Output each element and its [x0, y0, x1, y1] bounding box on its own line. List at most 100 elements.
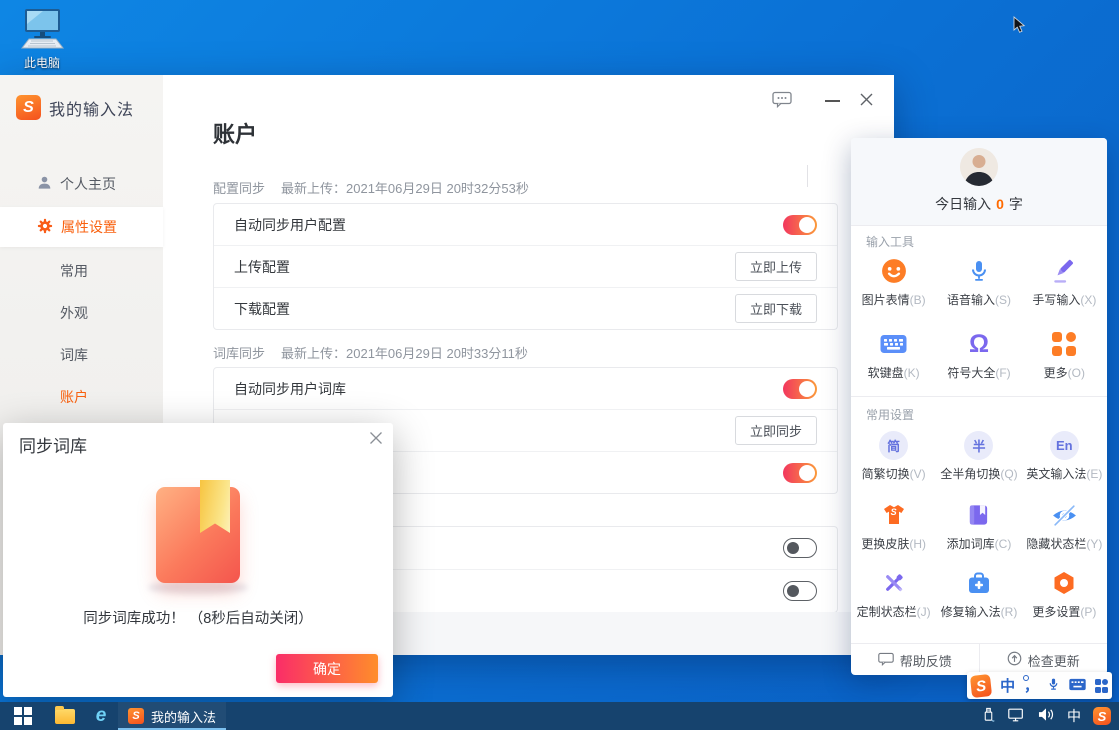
- avatar[interactable]: [960, 148, 998, 186]
- dialog-message: 同步词库成功！ （8秒后自动关闭）: [3, 607, 393, 628]
- item-key: (K): [904, 366, 920, 380]
- item-key: (X): [1080, 293, 1096, 307]
- upload-now-button[interactable]: 立即上传: [735, 252, 817, 281]
- section-meta: 最新上传：2021年06月29日 20时33分11秒: [281, 343, 528, 362]
- soft-keyboard-icon[interactable]: [1069, 678, 1086, 694]
- windows-logo-icon: [14, 707, 32, 725]
- app-title: 我的输入法: [49, 96, 134, 120]
- network-icon[interactable]: [1007, 707, 1025, 726]
- customize-statusbar-button[interactable]: 定制状态栏(J): [851, 568, 936, 632]
- download-now-button[interactable]: 立即下载: [735, 294, 817, 323]
- sogou-logo-icon: S: [128, 708, 144, 724]
- feedback-button[interactable]: [770, 91, 794, 111]
- punctuation-mode-icon[interactable]: ，: [1024, 681, 1038, 691]
- sogou-toolbox-panel: 今日输入 0 字 输入工具 图片表情(B): [851, 138, 1107, 675]
- add-dictionary-button[interactable]: 添加词库(C): [936, 500, 1021, 564]
- sidebar-item-appearance[interactable]: 外观: [60, 303, 88, 323]
- setting-toggle-off[interactable]: [783, 581, 817, 601]
- active-task-ime[interactable]: S 我的输入法: [118, 702, 226, 730]
- sidebar-item-dictionary[interactable]: 词库: [60, 345, 88, 365]
- row-label: 下载配置: [234, 299, 290, 319]
- emoji-picture-button[interactable]: 图片表情(B): [851, 256, 936, 320]
- change-skin-button[interactable]: S 更换皮肤(H): [851, 500, 936, 564]
- usb-icon[interactable]: [982, 706, 995, 726]
- row-label: 上传配置: [234, 257, 290, 277]
- sidebar-item-settings[interactable]: 属性设置: [0, 207, 163, 247]
- soft-keyboard-button[interactable]: 软键盘(K): [851, 329, 936, 393]
- item-key: (R): [1001, 605, 1018, 619]
- setting-toggle-off[interactable]: [783, 538, 817, 558]
- voice-input-button[interactable]: 语音输入(S): [936, 256, 1021, 320]
- handwriting-input-button[interactable]: 手写输入(X): [1022, 256, 1107, 320]
- setting-row: 下载配置 立即下载: [214, 287, 837, 329]
- task-label: 我的输入法: [151, 707, 216, 726]
- simplified-traditional-button[interactable]: 简 简繁切换(V): [851, 430, 936, 494]
- start-button[interactable]: [0, 702, 46, 730]
- item-key: (E): [1086, 467, 1102, 481]
- this-pc-desktop-icon[interactable]: 此电脑: [12, 8, 72, 71]
- voice-icon[interactable]: [1047, 676, 1060, 695]
- section-title: 配置同步: [213, 178, 265, 197]
- sidebar-item-common[interactable]: 常用: [60, 261, 88, 281]
- item-key: (Y): [1086, 537, 1102, 551]
- auto-sync-dict-toggle[interactable]: [783, 379, 817, 399]
- confirm-button[interactable]: 确定: [276, 654, 378, 683]
- internet-explorer-button[interactable]: e: [84, 702, 118, 730]
- sogou-logo-icon: S: [16, 95, 41, 120]
- sync-now-button[interactable]: 立即同步: [735, 416, 817, 445]
- hex-nut-icon: [1022, 568, 1107, 598]
- desktop: 此电脑 S 我的输入法: [0, 0, 1119, 730]
- config-sync-card: 自动同步用户配置 上传配置 立即上传 下载配置 立即下载: [213, 203, 838, 330]
- toolbox-icon: [936, 568, 1021, 598]
- close-button[interactable]: [853, 89, 879, 113]
- sidebar-item-homepage[interactable]: 个人主页: [37, 174, 116, 194]
- minimize-button[interactable]: [820, 91, 844, 111]
- dialog-close-button[interactable]: [369, 430, 383, 450]
- dict-sync-header: 词库同步 最新上传：2021年06月29日 20时33分11秒: [213, 343, 528, 362]
- ime-mode-indicator[interactable]: 中: [1000, 675, 1015, 696]
- sidebar-item-account[interactable]: 账户: [60, 387, 88, 407]
- sogou-tray-icon[interactable]: S: [1093, 707, 1111, 725]
- item-key: (B): [910, 293, 926, 307]
- repair-ime-button[interactable]: 修复输入法(R): [936, 568, 1021, 632]
- mouse-cursor: [1013, 16, 1026, 38]
- file-explorer-button[interactable]: [46, 702, 84, 730]
- dictionary-book-icon: [156, 487, 240, 583]
- settings-row-2: S 更换皮肤(H) 添加词库(C): [851, 500, 1107, 564]
- help-feedback-button[interactable]: 帮助反馈: [851, 644, 979, 676]
- sogou-logo-icon[interactable]: S: [970, 674, 992, 698]
- sogou-status-bar[interactable]: S 中 ，: [967, 672, 1112, 699]
- item-key: (F): [995, 366, 1010, 380]
- toolbox-grid-icon[interactable]: [1095, 679, 1108, 693]
- taskbar: e S 我的输入法: [0, 702, 1119, 730]
- speaker-icon[interactable]: [1037, 707, 1055, 725]
- hide-statusbar-button[interactable]: 隐藏状态栏(Y): [1022, 500, 1107, 564]
- item-key: (Q): [1000, 467, 1017, 481]
- panel-header: 今日输入 0 字: [851, 138, 1107, 226]
- more-settings-button[interactable]: 更多设置(P): [1022, 568, 1107, 632]
- row-label: 自动同步用户配置: [234, 215, 346, 235]
- setting-row: 上传配置 立即上传: [214, 245, 837, 287]
- ban-badge-icon: 半: [964, 431, 993, 460]
- more-tools-button[interactable]: 更多(O): [1022, 329, 1107, 393]
- row-label: 自动同步用户词库: [234, 379, 346, 399]
- sidebar-item-label: 个人主页: [60, 174, 116, 194]
- microphone-icon: [936, 256, 1021, 286]
- sidebar-item-label: 属性设置: [61, 217, 117, 237]
- pencil-icon: [1022, 256, 1107, 286]
- auto-sync-config-toggle[interactable]: [783, 215, 817, 235]
- en-badge-icon: En: [1050, 431, 1079, 460]
- item-label: 更换皮肤: [861, 537, 909, 551]
- item-label: 语音输入: [947, 293, 995, 307]
- english-ime-button[interactable]: En 英文输入法(E): [1022, 430, 1107, 494]
- symbols-button[interactable]: Ω 符号大全(F): [936, 329, 1021, 393]
- item-label: 符号大全: [947, 366, 995, 380]
- shirt-letter: S: [882, 507, 906, 517]
- settings-row-3: 定制状态栏(J) 修复输入法(R): [851, 568, 1107, 632]
- sync-toggle[interactable]: [783, 463, 817, 483]
- item-label: 软键盘: [868, 366, 904, 380]
- full-half-width-button[interactable]: 半 全半角切换(Q): [936, 430, 1021, 494]
- setting-row: 自动同步用户词库: [214, 368, 837, 409]
- tray-ime-indicator[interactable]: 中: [1067, 706, 1081, 726]
- today-prefix: 今日输入: [935, 194, 991, 214]
